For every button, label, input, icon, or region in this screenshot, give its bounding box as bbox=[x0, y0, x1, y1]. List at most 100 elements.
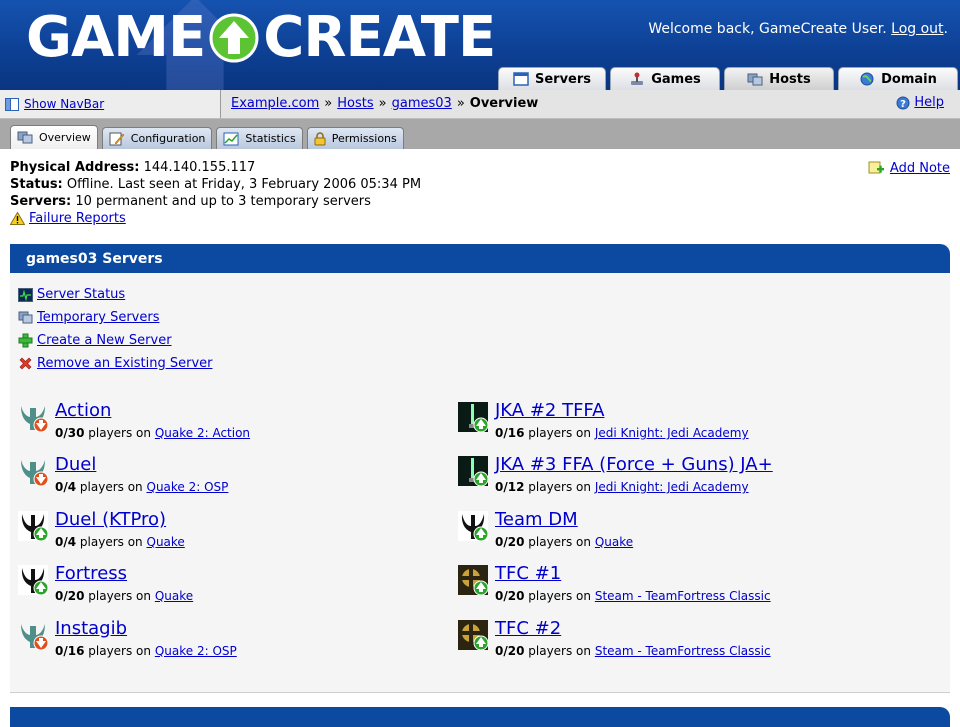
subtab-statistics-label: Statistics bbox=[245, 132, 296, 145]
breadcrumb-example-com[interactable]: Example.com bbox=[231, 96, 319, 111]
status-label: Status: bbox=[10, 177, 63, 192]
server-players-suffix: players on bbox=[528, 426, 592, 440]
show-navbar: Show NavBar bbox=[0, 90, 221, 118]
server-entry: Fortress 0/20 players on Quake bbox=[18, 563, 438, 615]
failure-reports-link[interactable]: Failure Reports bbox=[29, 210, 126, 227]
breadcrumb-games03[interactable]: games03 bbox=[392, 96, 452, 111]
logo-text-game: GAME bbox=[26, 5, 206, 70]
server-players: 0/30 bbox=[55, 426, 85, 440]
breadcrumb-separator: » bbox=[456, 96, 465, 111]
quake-icon bbox=[458, 511, 488, 541]
next-panel-header bbox=[10, 707, 950, 727]
server-name-link[interactable]: TFC #2 bbox=[495, 618, 561, 640]
servers-count-label: Servers: bbox=[10, 194, 72, 209]
breadcrumb-hosts[interactable]: Hosts bbox=[337, 96, 373, 111]
server-game-link[interactable]: Quake 2: OSP bbox=[147, 480, 229, 494]
remove-server-link[interactable]: Remove an Existing Server bbox=[37, 356, 212, 371]
tfc-icon bbox=[458, 620, 488, 650]
add-note-link[interactable]: Add Note bbox=[890, 160, 950, 177]
chart-icon bbox=[223, 132, 239, 145]
server-entry: TFC #2 0/20 players on Steam - TeamFortr… bbox=[458, 618, 878, 670]
server-info: 0/4 players on Quake bbox=[55, 535, 185, 549]
hosts-icon bbox=[747, 73, 763, 86]
subtab-permissions[interactable]: Permissions bbox=[306, 127, 404, 149]
breadcrumb: Example.com » Hosts » games03 » Overview bbox=[231, 96, 538, 111]
jka-icon bbox=[458, 456, 488, 486]
server-name-link[interactable]: JKA #3 FFA (Force + Guns) JA+ bbox=[495, 454, 773, 476]
server-players-suffix: players on bbox=[88, 426, 152, 440]
server-players: 0/4 bbox=[55, 535, 77, 549]
server-name-link[interactable]: Duel bbox=[55, 454, 96, 476]
server-players-suffix: players on bbox=[528, 535, 592, 549]
gamecreate-logo[interactable]: GAME CREATE bbox=[26, 5, 496, 70]
server-name-link[interactable]: Action bbox=[55, 400, 111, 422]
add-icon bbox=[18, 333, 33, 348]
servers-panel: games03 Servers Server Status Temporary … bbox=[10, 244, 950, 693]
show-navbar-link[interactable]: Show NavBar bbox=[24, 97, 104, 111]
server-game-link[interactable]: Quake bbox=[595, 535, 633, 549]
server-info: 0/20 players on Steam - TeamFortress Cla… bbox=[495, 644, 771, 658]
server-name-link[interactable]: JKA #2 TFFA bbox=[495, 400, 604, 422]
subtab-overview[interactable]: Overview bbox=[10, 125, 98, 149]
server-players: 0/20 bbox=[55, 589, 85, 603]
server-entry: Duel (KTPro) 0/4 players on Quake bbox=[18, 509, 438, 561]
server-game-link[interactable]: Steam - TeamFortress Classic bbox=[595, 589, 771, 603]
server-name-link[interactable]: Fortress bbox=[55, 563, 127, 585]
server-players: 0/16 bbox=[495, 426, 525, 440]
create-server-link[interactable]: Create a New Server bbox=[37, 333, 172, 348]
server-name-link[interactable]: TFC #1 bbox=[495, 563, 561, 585]
server-game-link[interactable]: Jedi Knight: Jedi Academy bbox=[595, 426, 749, 440]
action-server-status: Server Status bbox=[18, 283, 950, 306]
server-info: 0/4 players on Quake 2: OSP bbox=[55, 480, 228, 494]
temporary-servers-link[interactable]: Temporary Servers bbox=[37, 310, 159, 325]
breadcrumb-separator: » bbox=[324, 96, 333, 111]
servers-count-value: 10 permanent and up to 3 temporary serve… bbox=[75, 194, 371, 209]
tab-servers[interactable]: Servers bbox=[498, 67, 606, 90]
panel-title: games03 Servers bbox=[10, 244, 950, 273]
subtab-configuration[interactable]: Configuration bbox=[101, 127, 213, 149]
tab-domain-label: Domain bbox=[881, 71, 937, 87]
server-players: 0/12 bbox=[495, 480, 525, 494]
server-players-suffix: players on bbox=[79, 535, 143, 549]
server-name-link[interactable]: Team DM bbox=[495, 509, 578, 531]
servers-icon bbox=[513, 72, 529, 86]
quake2-icon bbox=[21, 460, 48, 486]
tab-domain[interactable]: Domain bbox=[838, 67, 958, 90]
welcome-message: Welcome back, GameCreate User. Log out. bbox=[648, 21, 948, 37]
add-note-icon bbox=[868, 161, 884, 174]
tab-servers-label: Servers bbox=[534, 71, 592, 87]
server-status-link[interactable]: Server Status bbox=[37, 287, 125, 302]
monitor-icon bbox=[18, 287, 33, 302]
server-entry: Instagib 0/16 players on Quake 2: OSP bbox=[18, 618, 438, 670]
server-game-link[interactable]: Quake 2: OSP bbox=[155, 644, 237, 658]
warning-icon bbox=[10, 212, 25, 225]
logout-link[interactable]: Log out bbox=[891, 21, 943, 37]
globe-icon bbox=[860, 72, 874, 86]
server-game-link[interactable]: Quake bbox=[147, 535, 185, 549]
tab-hosts[interactable]: Hosts bbox=[724, 67, 834, 90]
help-icon: ? bbox=[896, 96, 910, 110]
tab-games-label: Games bbox=[651, 71, 701, 87]
quake-icon bbox=[18, 511, 48, 541]
server-game-link[interactable]: Quake bbox=[155, 589, 193, 603]
server-game-link[interactable]: Quake 2: Action bbox=[155, 426, 250, 440]
tab-games[interactable]: Games bbox=[610, 67, 720, 90]
server-game-link[interactable]: Jedi Knight: Jedi Academy bbox=[595, 480, 749, 494]
server-game-link[interactable]: Steam - TeamFortress Classic bbox=[595, 644, 771, 658]
edit-icon bbox=[109, 132, 125, 145]
app-header: GAME CREATE Welcome back, GameCreate Use… bbox=[0, 0, 960, 90]
server-info: 0/20 players on Quake bbox=[55, 589, 193, 603]
server-info: 0/16 players on Quake 2: OSP bbox=[55, 644, 237, 658]
server-players-suffix: players on bbox=[528, 480, 592, 494]
help-link[interactable]: Help bbox=[914, 95, 944, 110]
server-name-link[interactable]: Instagib bbox=[55, 618, 127, 640]
server-info: 0/12 players on Jedi Knight: Jedi Academ… bbox=[495, 480, 749, 494]
server-players: 0/20 bbox=[495, 535, 525, 549]
server-players-suffix: players on bbox=[528, 589, 592, 603]
help: ? Help bbox=[896, 95, 944, 110]
server-entry: Duel 0/4 players on Quake 2: OSP bbox=[18, 454, 438, 506]
server-name-link[interactable]: Duel (KTPro) bbox=[55, 509, 166, 531]
jka-icon bbox=[458, 402, 488, 432]
subtab-statistics[interactable]: Statistics bbox=[216, 127, 303, 149]
subtab-permissions-label: Permissions bbox=[331, 132, 397, 145]
